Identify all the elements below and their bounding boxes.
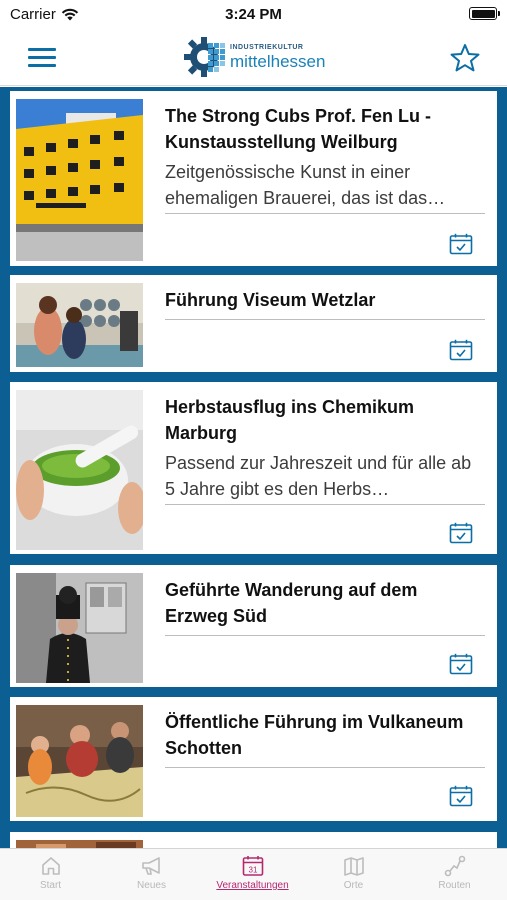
event-list[interactable]: The Strong Cubs Prof. Fen Lu - Kunstauss… (0, 87, 507, 848)
map-icon (343, 857, 364, 876)
event-title: The Strong Cubs Prof. Fen Lu - Kunstauss… (165, 106, 431, 152)
calendar-add-icon[interactable] (449, 233, 473, 255)
tab-veranstaltungen[interactable]: 31 Veranstaltungen (202, 849, 303, 900)
event-title: Öffentliche Führung im Vulkaneum Schotte… (165, 712, 464, 758)
calendar-add-icon[interactable] (449, 522, 473, 544)
calendar-icon: 31 (242, 856, 263, 876)
event-description: Passend zur Jahreszeit und für alle ab 5… (165, 453, 472, 499)
event-card-partial[interactable] (10, 832, 497, 848)
tab-start[interactable]: Start (0, 849, 101, 900)
event-description: Zeitgenössische Kunst in einer ehemalige… (165, 162, 446, 208)
event-thumbnail-mortar (16, 390, 143, 550)
divider (165, 767, 485, 768)
event-card[interactable]: Führung Viseum Wetzlar (10, 275, 497, 372)
status-bar: Carrier 3:24 PM (0, 0, 507, 28)
calendar-add-icon[interactable] (449, 339, 473, 361)
event-thumbnail-partial (16, 840, 143, 848)
home-icon (41, 857, 60, 875)
gear-logo-icon (184, 37, 225, 77)
calendar-date: 31 (248, 866, 257, 875)
tab-label: Veranstaltungen (216, 880, 289, 891)
tab-orte[interactable]: Orte (303, 849, 404, 900)
event-card[interactable]: The Strong Cubs Prof. Fen Lu - Kunstauss… (10, 91, 497, 266)
route-icon (444, 855, 465, 877)
event-thumbnail-museum (16, 283, 143, 367)
event-thumbnail-miner (16, 573, 143, 683)
event-card[interactable]: Herbstausflug ins Chemikum Marburg Passe… (10, 382, 497, 554)
tab-label: Routen (438, 880, 471, 891)
star-icon (450, 44, 480, 72)
status-time: 3:24 PM (225, 6, 282, 23)
megaphone-icon (141, 857, 160, 875)
battery-icon (469, 7, 500, 20)
tab-label: Neues (137, 880, 166, 891)
divider (165, 213, 485, 214)
event-card[interactable]: Geführte Wanderung auf dem Erzweg Süd (10, 565, 497, 687)
logo-wordmark: mittelhessen (230, 52, 326, 71)
event-title: Herbstausflug ins Chemikum Marburg (165, 397, 415, 443)
tab-routen[interactable]: Routen (404, 849, 505, 900)
divider (165, 504, 485, 505)
calendar-add-icon[interactable] (449, 785, 473, 807)
logo-tagline: INDUSTRIEKULTUR (230, 44, 304, 51)
app-logo: INDUSTRIEKULTUR mittelhessen (184, 32, 344, 82)
hamburger-menu-button[interactable] (28, 48, 56, 68)
tab-label: Orte (343, 880, 364, 891)
navigation-bar: INDUSTRIEKULTUR mittelhessen (0, 28, 507, 86)
tab-bar: Start Neues 31 Veranstaltungen Orte Rout… (0, 848, 507, 900)
calendar-add-icon[interactable] (449, 653, 473, 675)
event-card[interactable]: Öffentliche Führung im Vulkaneum Schotte… (10, 697, 497, 821)
divider (165, 319, 485, 320)
tab-label: Start (39, 880, 62, 891)
tab-neues[interactable]: Neues (101, 849, 202, 900)
event-thumbnail-building (16, 99, 143, 261)
event-title: Führung Viseum Wetzlar (165, 290, 376, 310)
event-thumbnail-map-table (16, 705, 143, 817)
favorite-star-button[interactable] (449, 42, 481, 74)
event-title: Geführte Wanderung auf dem Erzweg Süd (165, 580, 418, 626)
divider (165, 635, 485, 636)
